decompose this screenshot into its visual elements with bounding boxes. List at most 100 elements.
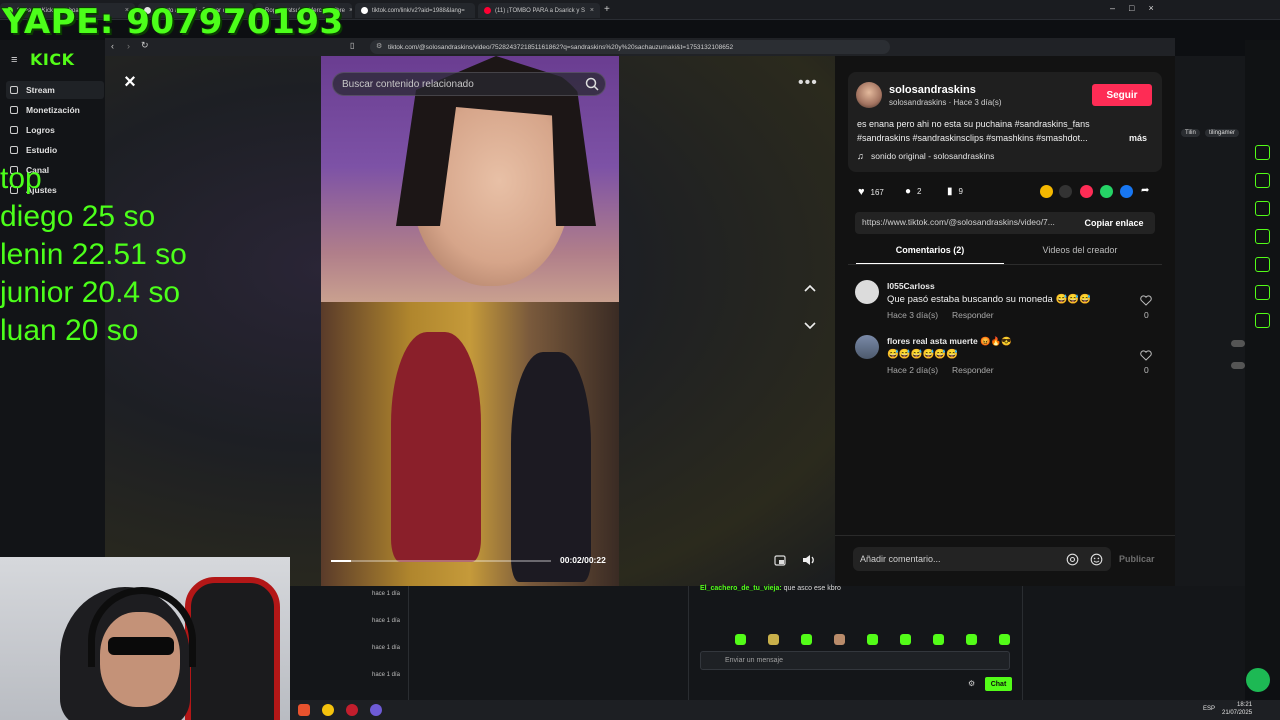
video-link[interactable]: https://www.tiktok.com/@solosandraskins/… [862,217,1055,227]
clock[interactable]: 18:21 21/07/2025 [1222,701,1252,717]
screen: Stream - Kick Dashboard × nagato akatsuki… [0,0,1280,720]
related-search-input[interactable]: Buscar contenido relacionado [332,72,606,96]
emote-icon[interactable] [834,634,845,645]
obs-icon[interactable] [370,704,382,716]
rail-tool-icon[interactable] [1255,145,1270,160]
author-name[interactable]: solosandraskins [889,84,976,96]
app-icon[interactable] [346,704,358,716]
sound-name[interactable]: sonido original - solosandraskins [871,151,994,161]
comment-like-icon[interactable] [1140,350,1152,361]
rail-tool-icon[interactable] [1255,313,1270,328]
toggle-switch[interactable] [1231,340,1245,347]
comment-user[interactable]: flores real asta muerte 😡🔥😎 [887,336,1012,347]
tab-creator-videos[interactable]: Videos del creador [1006,245,1154,265]
tab-comments[interactable]: Comentarios (2) [856,245,1004,265]
rail-tool-icon[interactable] [1255,201,1270,216]
trophy-icon [10,126,18,134]
chrome-icon[interactable] [322,704,334,716]
comment-count: 2 [917,187,922,196]
emote-icon[interactable] [900,634,911,645]
menu-icon[interactable]: ≡ [11,54,17,66]
clock-date: 21/07/2025 [1222,710,1253,716]
nav-estudio[interactable]: Estudio [6,141,104,159]
emote-icon[interactable] [933,634,944,645]
copy-link-button[interactable]: Copiar enlace [1078,213,1150,233]
forward-icon[interactable]: › [127,41,130,51]
rail-tool-icon[interactable] [1255,229,1270,244]
close-tab-icon[interactable]: × [590,7,594,14]
emoji-icon[interactable] [1090,553,1103,566]
follow-button[interactable]: Seguir [1092,84,1152,106]
comment-avatar[interactable] [855,335,879,359]
search-icon[interactable] [584,76,600,92]
save-stat[interactable]: ▮ 9 [947,186,963,197]
coin-icon[interactable] [1040,185,1053,198]
close-tab-icon[interactable]: × [349,7,352,14]
activity-time: hace 1 día [372,672,401,678]
emote-icon[interactable] [867,634,878,645]
reply-button[interactable]: Responder [952,310,994,320]
rail-tool-icon[interactable] [1255,285,1270,300]
share-arrow-icon[interactable]: ➦ [1141,185,1149,196]
top-entry: diego 25 so [0,200,156,233]
top-entry: junior 20.4 so [0,276,181,309]
tab-tiktok[interactable]: tiktok.com/link/v2?aid=1988&lang= [355,3,475,18]
address-bar[interactable]: ⚙ tiktok.com/@solosandraskins/video/7528… [370,40,890,54]
previous-video-icon[interactable] [801,280,819,298]
emote-icon[interactable] [801,634,812,645]
nav-monetizacion[interactable]: Monetización [6,101,104,119]
nav-label: Stream [26,85,55,95]
progress-track[interactable] [331,560,551,562]
video-player[interactable] [321,56,619,586]
comment-user[interactable]: l055Carloss [887,281,935,291]
emote-icon[interactable] [966,634,977,645]
chat-send-button[interactable]: Chat [985,677,1012,691]
next-video-icon[interactable] [801,316,819,334]
language-indicator[interactable]: ESP [1203,706,1215,712]
more-options-icon[interactable]: ••• [798,74,818,92]
emote-icon[interactable] [735,634,746,645]
tab-youtube[interactable]: (11) ¡TOMBO PARA a Dsarick y S × [478,3,600,18]
comment-avatar[interactable] [855,280,879,304]
caption-line-2: #sandraskins #sandraskinsclips #smashkin… [857,133,1088,143]
toggle-switch[interactable] [1231,362,1245,369]
window-controls-icon[interactable]: –□× [1110,3,1168,13]
author-avatar[interactable] [856,82,882,108]
reply-button[interactable]: Responder [952,365,994,375]
activity-time: hace 1 día [372,618,401,624]
emote-icon[interactable] [768,634,779,645]
tag-chip[interactable]: Tilin [1181,129,1200,137]
like-stat[interactable]: ♥ 167 [858,186,884,198]
volume-icon[interactable] [801,553,817,567]
publish-button[interactable]: Publicar [1119,554,1155,564]
support-chat-icon[interactable] [1246,668,1270,692]
nav-stream[interactable]: Stream [6,81,104,99]
rail-tool-icon[interactable] [1255,257,1270,272]
site-info-icon[interactable]: ⚙ [376,42,382,50]
back-icon[interactable]: ‹ [111,41,114,51]
nav-logros[interactable]: Logros [6,121,104,139]
send-icon[interactable] [1080,185,1093,198]
rail-tool-icon[interactable] [1255,173,1270,188]
chat-settings-icon[interactable]: ⚙ [968,679,975,688]
search-placeholder: Buscar contenido relacionado [342,78,474,90]
whatsapp-icon[interactable] [1100,185,1113,198]
brave-icon[interactable] [298,704,310,716]
emote-icon[interactable] [999,634,1010,645]
chat-username[interactable]: El_cachero_de_tu_vieja: [700,585,782,592]
embed-icon[interactable] [1059,185,1072,198]
nav-label: Monetización [26,105,80,115]
mention-icon[interactable] [1066,553,1079,566]
time-readout: 00:02/00:22 [560,555,606,565]
chat-input[interactable]: Enviar un mensaje [700,651,1010,670]
new-tab-icon[interactable]: + [604,4,610,15]
comment-stat[interactable]: ● 2 [905,186,922,197]
more-caption-link[interactable]: más [1129,133,1147,143]
clock-time: 18:21 [1237,702,1253,708]
close-modal-button[interactable]: × [120,72,140,93]
facebook-icon[interactable] [1120,185,1133,198]
comment-like-icon[interactable] [1140,295,1152,306]
bookmark-icon[interactable]: ▯ [350,41,354,50]
pip-icon[interactable] [773,553,787,567]
tag-chip[interactable]: tilingamer [1205,129,1240,137]
